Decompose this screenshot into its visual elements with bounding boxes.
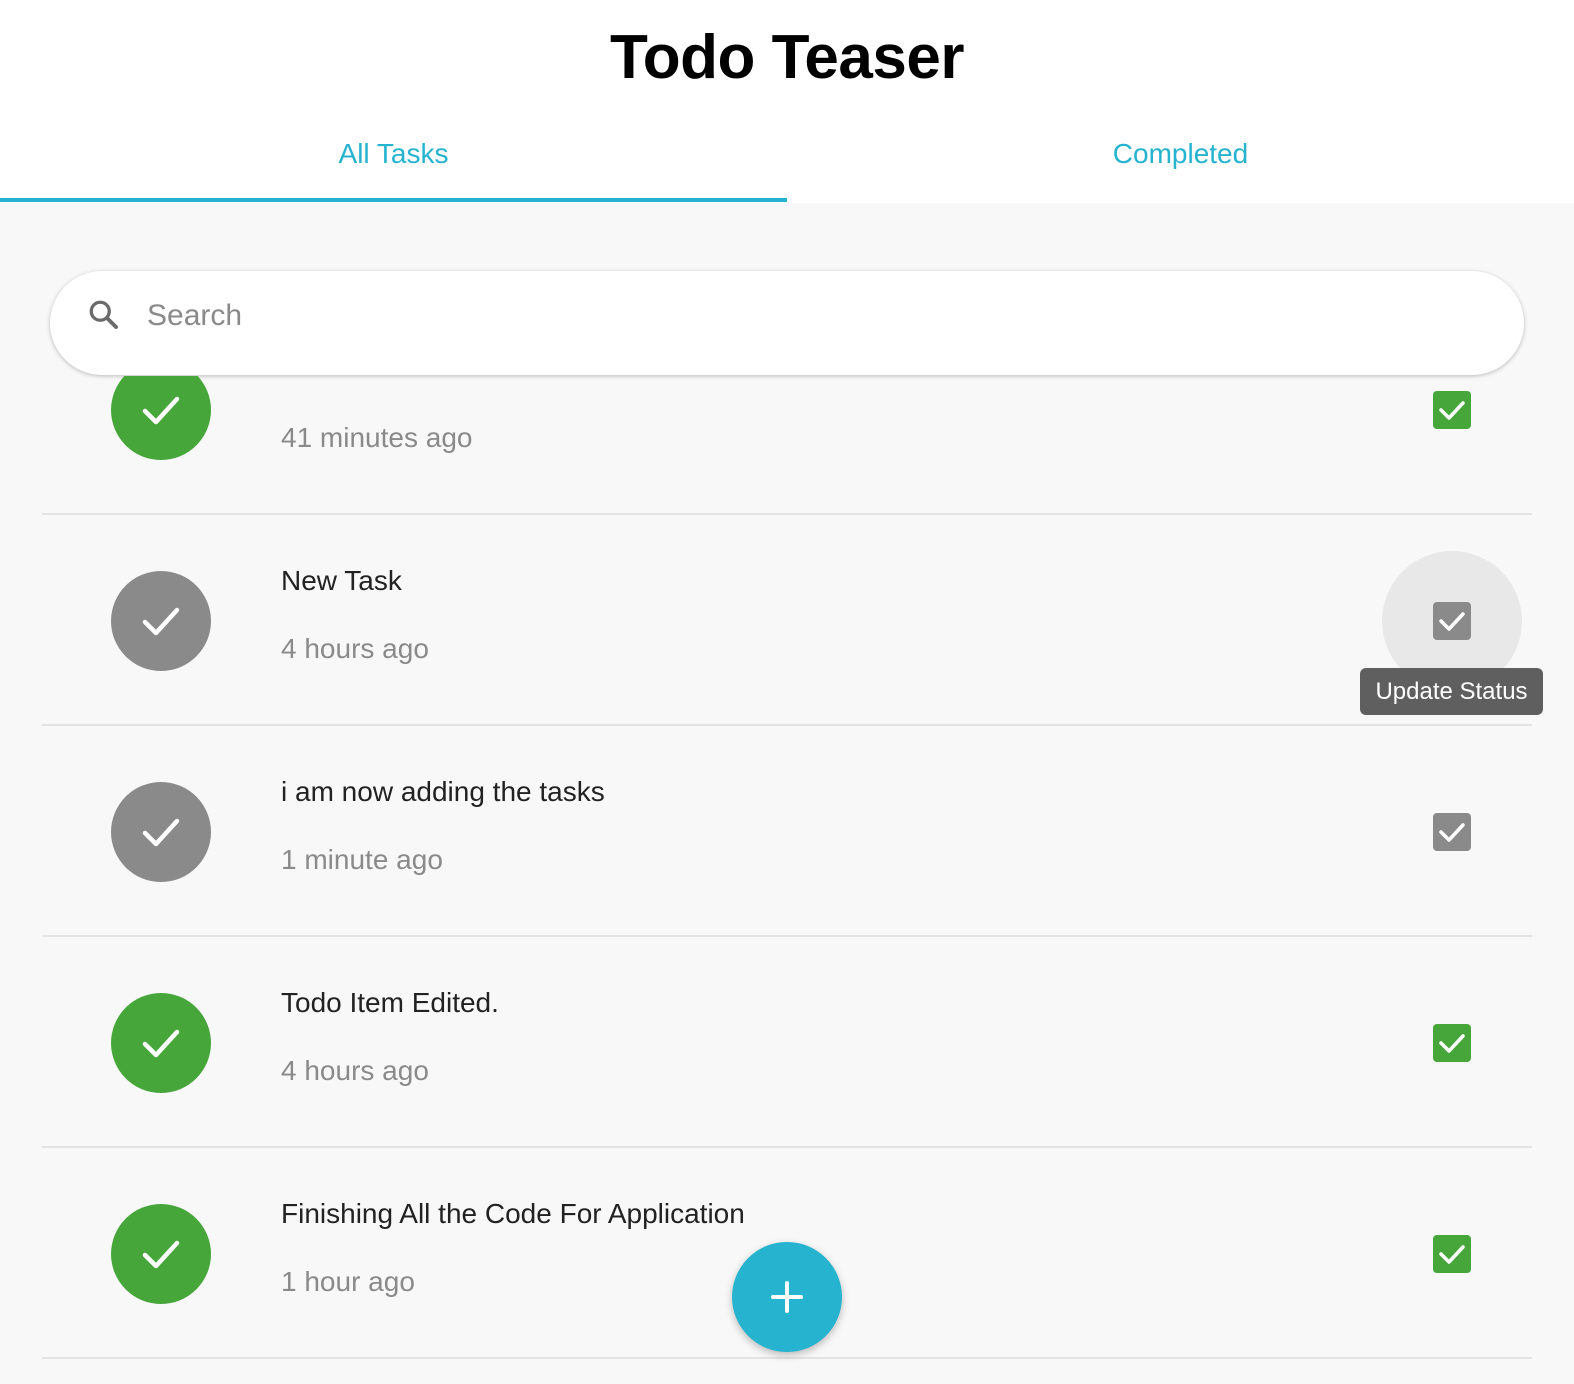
- update-status-button[interactable]: [1382, 762, 1522, 902]
- task-time: 4 hours ago: [281, 633, 429, 664]
- app-title: Todo Teaser: [610, 23, 964, 92]
- task-status-avatar: [111, 376, 211, 460]
- status-checkbox[interactable]: [1433, 391, 1471, 429]
- search-input[interactable]: [145, 285, 1489, 347]
- task-row[interactable]: New Task 4 hours ago: [42, 515, 1532, 726]
- add-task-button[interactable]: [732, 1242, 842, 1352]
- task-time: 41 minutes ago: [281, 422, 473, 453]
- row-divider: [42, 1357, 1532, 1359]
- tab-all-tasks[interactable]: All Tasks: [0, 120, 787, 203]
- update-status-tooltip: Update Status: [1360, 668, 1543, 715]
- update-status-button[interactable]: [1382, 376, 1522, 480]
- status-checkbox[interactable]: [1433, 1235, 1471, 1273]
- task-title: i am now adding the tasks: [281, 776, 605, 807]
- check-icon: [142, 1029, 180, 1058]
- task-title: Todo Item Edited.: [281, 987, 499, 1018]
- status-checkbox[interactable]: [1433, 1024, 1471, 1062]
- checkbox-check-icon: [1439, 1034, 1465, 1053]
- task-status-avatar: [111, 571, 211, 671]
- status-checkbox[interactable]: [1433, 813, 1471, 851]
- task-status-avatar: [111, 782, 211, 882]
- checkbox-check-icon: [1439, 823, 1465, 842]
- checkbox-check-icon: [1439, 1245, 1465, 1264]
- update-status-button[interactable]: [1382, 973, 1522, 1113]
- task-time: 4 hours ago: [281, 1055, 429, 1086]
- check-icon: [142, 396, 180, 425]
- update-status-button[interactable]: [1382, 1184, 1522, 1324]
- status-checkbox[interactable]: [1433, 602, 1471, 640]
- task-status-avatar: [111, 1204, 211, 1304]
- check-icon: [142, 607, 180, 636]
- task-time: 1 minute ago: [281, 844, 443, 875]
- task-list: 41 minutes ago New Task 4 hours ago i am no…: [0, 376, 1574, 1384]
- task-row[interactable]: Todo Item Edited. 4 hours ago: [42, 937, 1532, 1148]
- task-row[interactable]: 41 minutes ago: [42, 376, 1532, 515]
- search-icon: [86, 297, 122, 333]
- task-time: 1 hour ago: [281, 1266, 415, 1297]
- tab-completed[interactable]: Completed: [787, 120, 1574, 203]
- checkbox-check-icon: [1439, 401, 1465, 420]
- checkbox-check-icon: [1439, 612, 1465, 631]
- check-icon: [142, 1240, 180, 1269]
- tab-bar: All Tasks Completed: [0, 120, 1574, 203]
- task-title: New Task: [281, 565, 402, 596]
- app-header: Todo Teaser All Tasks Completed: [0, 0, 1574, 203]
- plus-icon: [771, 1281, 803, 1313]
- active-tab-indicator: [0, 198, 787, 202]
- task-status-avatar: [111, 993, 211, 1093]
- task-title: Finishing All the Code For Application: [281, 1198, 745, 1229]
- task-row[interactable]: i am now adding the tasks 1 minute ago: [42, 726, 1532, 937]
- check-icon: [142, 818, 180, 847]
